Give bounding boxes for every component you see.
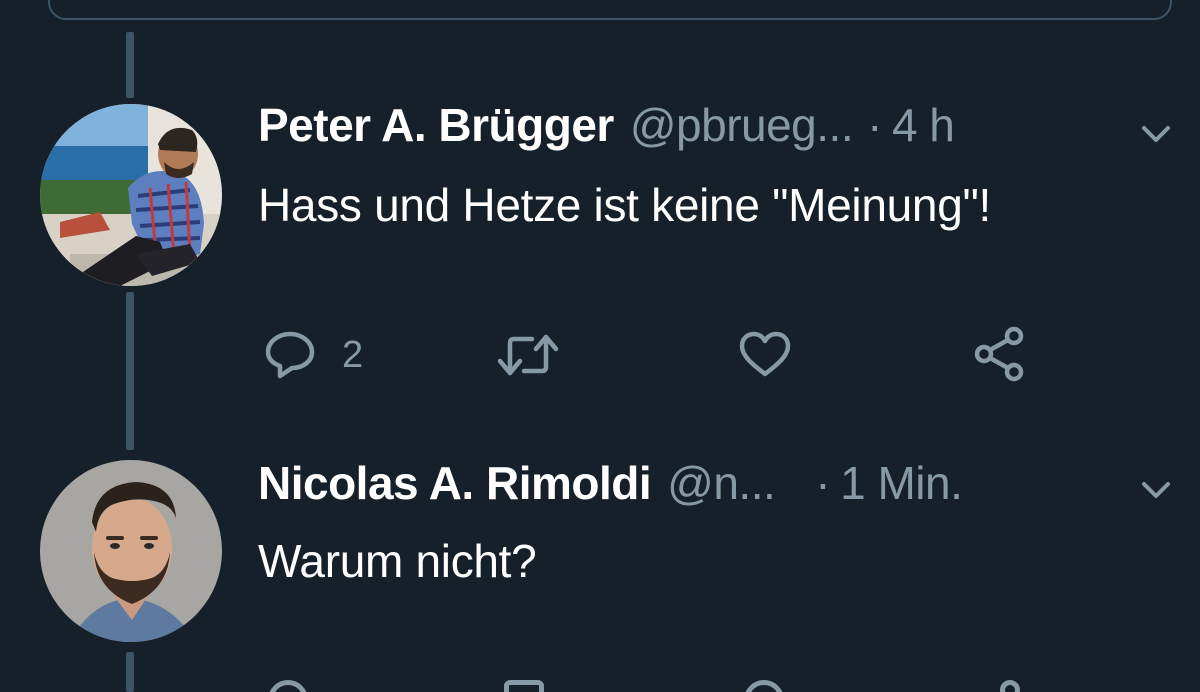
author-handle[interactable]: @pbrueg...	[630, 98, 854, 152]
tweet-header: Nicolas A. Rimoldi @n... · 1 Min.	[258, 456, 963, 516]
tweet-timestamp[interactable]: 4 h	[892, 98, 955, 152]
author-display-name[interactable]: Nicolas A. Rimoldi	[258, 456, 652, 510]
reply-button[interactable]: 2	[264, 330, 363, 380]
heart-icon	[739, 331, 791, 377]
tweet-header: Peter A. Brügger @pbrueg... · 4 h	[258, 98, 955, 158]
thread-connector-line	[126, 292, 134, 450]
reply-count: 2	[342, 333, 364, 376]
separator-dot: ·	[867, 99, 882, 151]
share-icon[interactable]	[1000, 680, 1020, 692]
retweet-button[interactable]	[496, 333, 560, 377]
avatar[interactable]	[40, 104, 222, 286]
heart-icon[interactable]	[744, 680, 784, 692]
tweet-action-bar-partial	[0, 680, 1200, 692]
tweet-text: Hass und Hetze ist keine "Meinung"!	[258, 179, 991, 231]
reply-icon[interactable]	[268, 680, 308, 692]
retweet-icon	[497, 334, 559, 376]
share-button[interactable]	[972, 326, 1028, 382]
author-handle[interactable]: @n...	[667, 456, 776, 510]
share-icon	[974, 326, 1024, 382]
tweet-timestamp[interactable]: 1 Min.	[840, 456, 963, 510]
retweet-icon[interactable]	[504, 680, 544, 692]
like-button[interactable]	[738, 330, 792, 380]
reply-icon	[265, 331, 315, 379]
previous-tweet-card[interactable]	[48, 0, 1172, 20]
separator-dot: ·	[815, 457, 831, 509]
chevron-down-icon[interactable]	[1138, 478, 1174, 502]
avatar-photo-beach-man	[40, 104, 222, 286]
tweet-text: Warum nicht?	[258, 535, 537, 587]
chevron-down-icon[interactable]	[1138, 122, 1174, 146]
thread-connector-line	[126, 32, 134, 98]
avatar-photo-bearded-man	[40, 460, 222, 642]
author-display-name[interactable]: Peter A. Brügger	[258, 98, 614, 152]
avatar[interactable]	[40, 460, 222, 642]
